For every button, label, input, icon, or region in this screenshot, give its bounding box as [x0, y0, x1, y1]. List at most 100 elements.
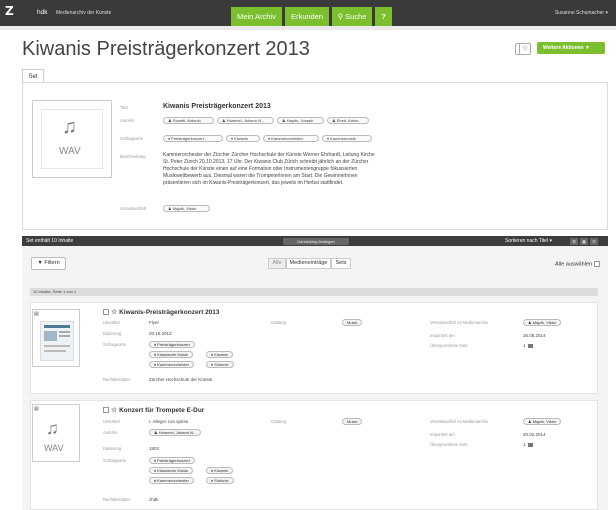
beschreibung-text: Kammerorchester der Zürcher Zürcher Hoch…: [163, 152, 463, 187]
tiles-view-icon[interactable]: ☷: [590, 237, 598, 245]
thumbnail-frame: ♫ WAV: [41, 109, 103, 169]
keyword-text: Kammerorchester: [271, 136, 303, 141]
responsible-name: Majzik, Viktor: [532, 419, 557, 424]
list-item[interactable]: ▤ ☆ Kiwanis-Preisträgerkonzert 2013 Unte…: [30, 302, 598, 394]
favorite-star-icon[interactable]: ☆: [519, 43, 531, 55]
item-thumbnail[interactable]: ▤ ♫ WAV: [32, 404, 80, 462]
author-name: Hummel, Johann N...: [158, 430, 197, 435]
datierung-label: Datierung: [103, 446, 122, 451]
keyword-tag[interactable]: ♦ Kammerorchester: [149, 477, 194, 484]
verantwortlich-label: Verantwortlich: [120, 206, 147, 211]
description-line: Musikwettbewerb aus. Diesmal waren die T…: [163, 173, 358, 179]
sets-icon: [527, 343, 533, 348]
item-title[interactable]: Konzert für Trompete E-Dur: [119, 407, 204, 414]
rechteinhaber-value: zhdk: [149, 497, 159, 502]
item-title[interactable]: Kiwanis-Preisträgerkonzert 2013: [119, 309, 219, 316]
keyword-tag[interactable]: ♦ Preisträgerkonzert: [149, 457, 195, 464]
genre-tag[interactable]: Musik: [342, 418, 363, 425]
filter-button[interactable]: ▼ Filtern: [31, 257, 66, 270]
grid-view-icon[interactable]: ▦: [580, 237, 588, 245]
item-title-row: ☆ Kiwanis-Preisträgerkonzert 2013: [103, 308, 220, 316]
music-note-icon: ♫: [62, 116, 77, 138]
schlagworte-label: Schlagworte: [103, 458, 127, 463]
keyword-tag[interactable]: ♦ Kammerorchester: [149, 361, 194, 368]
beschreibung-label: Beschreibung: [120, 154, 146, 159]
nav-erkunden-button[interactable]: Erkunden: [285, 7, 329, 26]
author-tag[interactable]: ♟ Rosetti, Antonio: [163, 117, 214, 124]
author-tag[interactable]: ♟ Hummel, Johann N...: [217, 117, 274, 124]
brand-label[interactable]: hdk: [37, 9, 47, 16]
nav-suche-button[interactable]: ⚲ Suche: [332, 7, 372, 26]
segment-medieneintraege[interactable]: Medieneinträge: [286, 258, 331, 269]
top-strip: [0, 26, 616, 30]
keyword-text: Klassische Musik: [157, 352, 188, 357]
person-icon: ♟: [282, 118, 286, 123]
select-all-label: Alle auswählen: [555, 261, 592, 268]
untertitel-value: I. Allegro con spirito: [149, 419, 189, 424]
page-title: Kiwanis Preisträgerkonzert 2013: [22, 38, 310, 60]
responsible-name: Majzik, Viktor: [532, 320, 557, 325]
file-type-label: WAV: [44, 443, 64, 453]
favorite-star-icon[interactable]: ☆: [111, 407, 117, 414]
list-item[interactable]: ▤ ♫ WAV ☆ Konzert für Trompete E-Dur Unt…: [30, 400, 598, 510]
list-view-icon[interactable]: ☰: [570, 237, 578, 245]
set-thumbnail[interactable]: ♫ WAV: [32, 100, 112, 178]
keyword-text: Kiwanis: [234, 136, 248, 141]
set-title-value: Kiwanis Preisträgerkonzert 2013: [163, 103, 271, 110]
help-button[interactable]: ?: [375, 7, 392, 26]
keyword-text: Kiwanis: [214, 352, 228, 357]
author-name: Rosetti, Antonio: [172, 118, 201, 123]
more-actions-button[interactable]: Weitere Aktionen ▼: [537, 42, 605, 54]
responsible-tag[interactable]: ♟ Majzik, Viktor: [523, 319, 562, 326]
genre-tag[interactable]: Musik: [342, 319, 363, 326]
keyword-text: Kammermusik: [330, 136, 356, 141]
keyword-tag[interactable]: ♦ Kiwanis: [206, 467, 233, 474]
responsible-tag[interactable]: ♟ Majzik, Viktor: [163, 205, 210, 212]
keyword-tag[interactable]: ♦ Preisträgerkonzert: [149, 341, 195, 348]
author-tag[interactable]: ♟ Eberl, Anton: [327, 117, 369, 124]
author-tag[interactable]: ♟ Hummel, Johann N...: [149, 429, 202, 436]
person-icon: ♟: [332, 118, 336, 123]
display-settings-button[interactable]: Darstellung festlegen: [283, 237, 349, 245]
app-logo[interactable]: Z: [5, 4, 14, 18]
select-all[interactable]: Alle auswählen: [555, 261, 600, 267]
document-icon: ▤: [34, 406, 39, 412]
select-all-checkbox[interactable]: [594, 261, 600, 267]
segment-sets[interactable]: Sets: [331, 258, 351, 269]
item-checkbox[interactable]: [103, 309, 109, 316]
document-icon: ▤: [34, 311, 39, 317]
datierung-label: Datierung: [103, 331, 122, 336]
keyword-tag[interactable]: ♦ Kammermusik: [322, 135, 372, 142]
keyword-tag[interactable]: ♦ Kiwanis: [206, 351, 233, 358]
app-name[interactable]: Medienarchiv der Künste: [56, 10, 111, 16]
keyword-tag[interactable]: ♦ Kiwanis: [226, 135, 260, 142]
content-count: Set enthält 10 Inhalte: [26, 238, 74, 244]
item-checkbox[interactable]: [103, 407, 109, 414]
page-info: 10 Inhalte, Seite 1 von 1: [30, 288, 598, 296]
segment-alle[interactable]: Alle: [268, 258, 286, 269]
item-thumbnail[interactable]: ▤: [32, 309, 80, 367]
tag-icon: ♦: [231, 136, 234, 141]
sort-dropdown[interactable]: Sortieren nach Titel ▾: [505, 238, 552, 244]
responsible-tag[interactable]: ♟ Majzik, Viktor: [523, 418, 562, 425]
keyword-tag[interactable]: ♦ Kammerorchester: [263, 135, 319, 142]
tab-set[interactable]: Set: [22, 69, 44, 83]
responsible-name: Majzik, Viktor: [172, 206, 197, 211]
keyword-tag[interactable]: ♦ Sinfonie: [206, 361, 234, 368]
author-name: Eberl, Anton: [336, 118, 359, 123]
keyword-tag[interactable]: ♦ Klassische Musik: [149, 351, 193, 358]
item-title-row: ☆ Konzert für Trompete E-Dur: [103, 406, 204, 414]
tag-icon: ♦: [268, 136, 271, 141]
nav-mein-archiv-button[interactable]: Mein Archiv: [231, 7, 282, 26]
verantwortlich-label: Verantwortlich im Medienarchiv: [430, 320, 488, 325]
keyword-tag[interactable]: ♦ Preisträgerkonzert: [163, 135, 223, 142]
keyword-tag[interactable]: ♦ Klassische Musik: [149, 467, 193, 474]
user-menu[interactable]: Susanne Schumacher ▾: [555, 10, 608, 16]
author-tag[interactable]: ♟ Haydn, Joseph: [277, 117, 324, 124]
sets-value[interactable]: 1: [523, 442, 533, 447]
favorite-star-icon[interactable]: ☆: [111, 309, 117, 316]
importiert-value: 20.02.2014: [523, 432, 546, 437]
keyword-tag[interactable]: ♦ Sinfonie: [206, 477, 234, 484]
untertitel-label: Untertitel: [103, 320, 120, 325]
sets-value[interactable]: 1: [523, 343, 533, 348]
